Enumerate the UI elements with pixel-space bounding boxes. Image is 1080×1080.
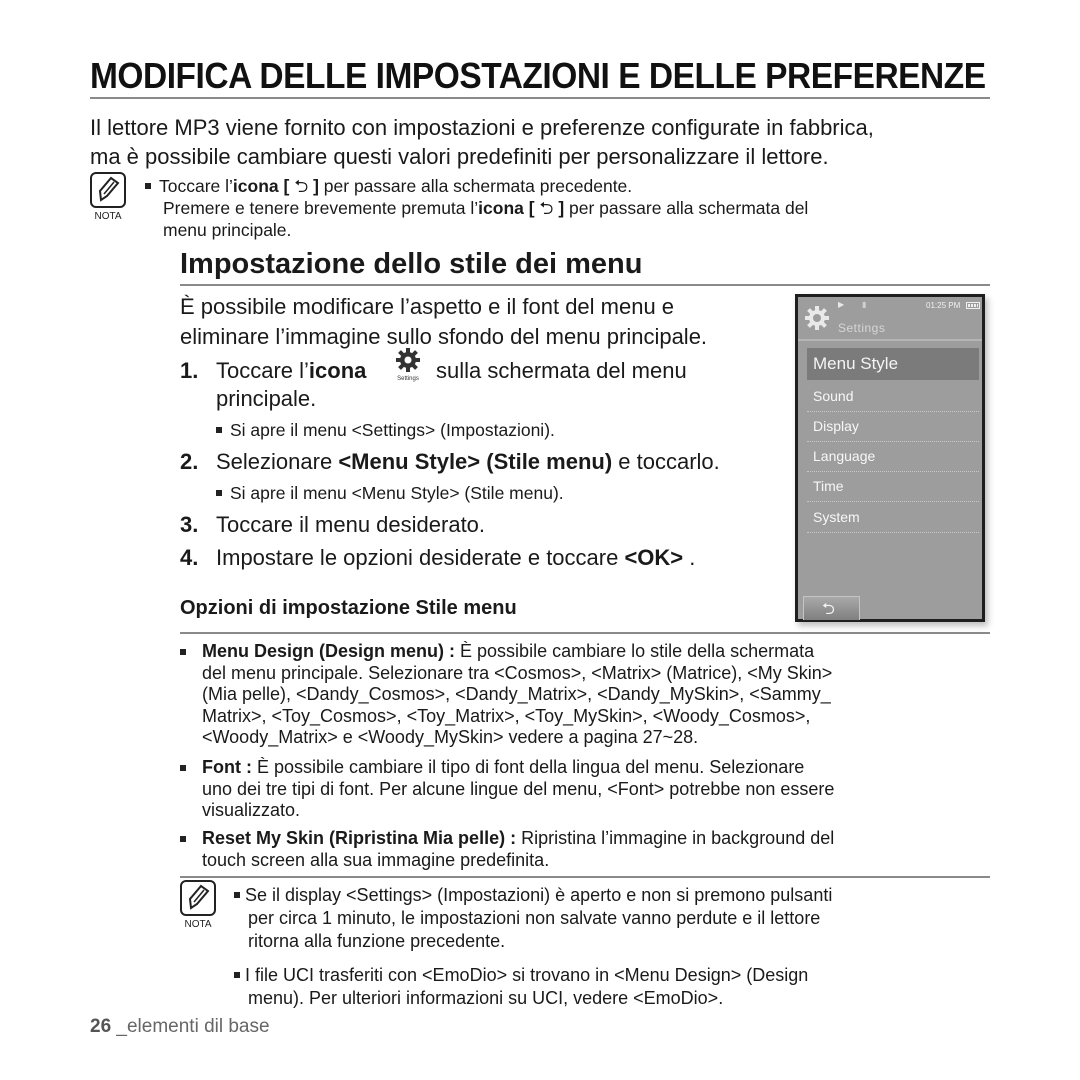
settings-icon-caption: Settings	[397, 376, 419, 382]
page-footer: 26 _elementi dil base	[90, 1016, 270, 1038]
step-1-line-2: principale.	[216, 386, 317, 411]
device-screen-title: Settings	[838, 321, 886, 335]
options-bottom-divider	[180, 876, 990, 878]
intro-paragraph: Il lettore MP3 viene fornito con imposta…	[90, 113, 990, 171]
back-arrow-icon: ⮌	[294, 176, 309, 196]
option-menu-design: Menu Design (Design menu) : È possibile …	[180, 641, 990, 749]
menu-item-display[interactable]: Display	[807, 411, 979, 442]
note-label: NOTA	[184, 919, 212, 930]
bullet-icon	[180, 836, 186, 842]
gear-icon	[805, 306, 829, 330]
page-title: MODIFICA DELLE IMPOSTAZIONI E DELLE PREF…	[90, 55, 986, 96]
lock-status-icon: ▮	[862, 300, 867, 309]
step-2-sub: Si apre il menu <Menu Style> (Stile menu…	[216, 482, 564, 504]
note-top-text: Toccare l’icona [ ⮌ ] per passare alla s…	[145, 175, 995, 241]
bullet-icon	[234, 971, 240, 978]
menu-item-system[interactable]: System	[807, 502, 979, 533]
note-top-line-3: menu principale.	[163, 220, 292, 240]
note-label: NOTA	[94, 211, 122, 222]
page-number: 26	[90, 1016, 112, 1037]
option-reset-my-skin: Reset My Skin (Ripristina Mia pelle) : R…	[180, 828, 990, 871]
bullet-icon	[180, 765, 186, 771]
footer-section-label: _elementi dil base	[111, 1016, 270, 1037]
battery-icon	[966, 302, 980, 309]
options-divider	[180, 632, 990, 634]
device-header: ▶ ▮ 01:25 PM Settings	[798, 297, 982, 341]
bullet-icon	[234, 891, 240, 898]
pencil-note-icon	[180, 880, 216, 916]
back-arrow-icon: ⮌	[539, 198, 554, 218]
note-top-line-1: Toccare l’icona [ ⮌ ] per passare alla s…	[145, 175, 995, 197]
intro-line-2: ma è possibile cambiare questi valori pr…	[90, 144, 829, 169]
menu-item-menu-style[interactable]: Menu Style	[807, 348, 979, 380]
note-icon-bottom: NOTA	[178, 880, 218, 932]
section-divider	[180, 284, 990, 286]
intro-line-1: Il lettore MP3 viene fornito con imposta…	[90, 115, 874, 140]
device-back-button[interactable]: ⮌	[803, 596, 860, 620]
note-bottom-item-2: I file UCI trasferiti con <EmoDio> si tr…	[234, 964, 994, 1010]
play-status-icon: ▶	[838, 300, 845, 309]
menu-item-time[interactable]: Time	[807, 471, 979, 502]
menu-item-language[interactable]: Language	[807, 441, 979, 472]
note-top-line-2: Premere e tenere brevemente premuta l’ic…	[163, 198, 809, 218]
option-font: Font : È possibile cambiare il tipo di f…	[180, 757, 990, 822]
menu-item-sound[interactable]: Sound	[807, 381, 979, 412]
settings-icon: Settings	[393, 347, 423, 391]
bullet-icon	[180, 649, 186, 655]
bullet-icon	[216, 489, 222, 496]
pencil-note-icon	[90, 172, 126, 208]
step-1-cont: sulla schermata del menu	[436, 358, 687, 383]
note-bottom-item-1: Se il display <Settings> (Impostazioni) …	[234, 884, 994, 953]
section-paragraph: È possibile modificare l’aspetto e il fo…	[180, 294, 708, 349]
back-arrow-icon: ⮌	[822, 601, 835, 618]
note-icon-top: NOTA	[88, 172, 128, 224]
status-time: 01:25 PM	[926, 301, 961, 310]
gear-icon	[396, 348, 420, 372]
title-divider	[90, 97, 990, 99]
device-screen: ▶ ▮ 01:25 PM Settings Menu Style Sound D…	[795, 294, 985, 622]
options-title: Opzioni di impostazione Stile menu	[180, 597, 517, 619]
step-2: 2. Selezionare <Menu Style> (Stile menu) …	[180, 449, 720, 474]
step-1: 1. Toccare l’icona	[180, 358, 367, 383]
bullet-icon	[216, 426, 222, 433]
section-title: Impostazione dello stile dei menu	[180, 248, 643, 280]
step-1-sub: Si apre il menu <Settings> (Impostazioni…	[216, 419, 555, 441]
step-3: 3. Toccare il menu desiderato.	[180, 512, 486, 537]
bullet-icon	[145, 182, 151, 189]
step-4: 4. Impostare le opzioni desiderate e tocc…	[180, 545, 696, 570]
